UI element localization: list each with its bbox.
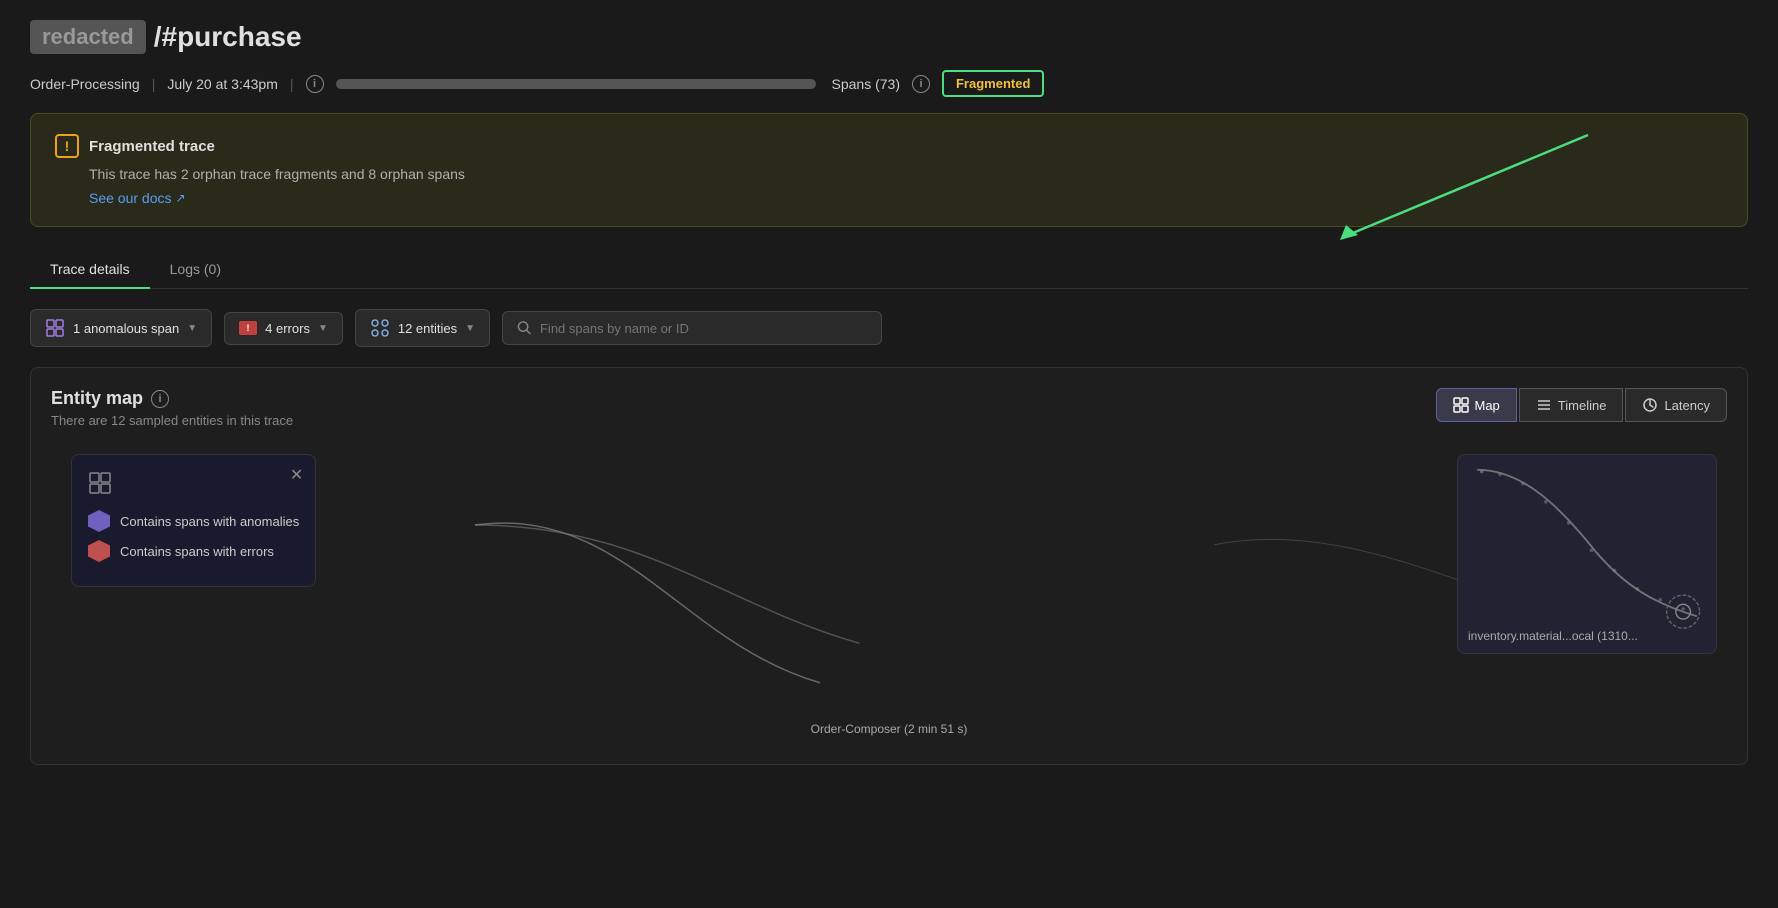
duration-bar — [336, 79, 816, 89]
entity-map-title-area: Entity map i There are 12 sampled entiti… — [51, 388, 293, 428]
legend-error-item: Contains spans with errors — [88, 540, 299, 562]
tabs-row: Trace details Logs (0) — [30, 251, 1748, 289]
divider-2: | — [290, 76, 294, 92]
anomaly-hex-icon — [88, 510, 110, 532]
title-prefix: redacted — [30, 20, 146, 54]
anomalous-icon — [45, 318, 65, 338]
legend-close-button[interactable]: ✕ — [290, 465, 303, 485]
search-icon — [517, 320, 532, 336]
latency-icon — [1642, 397, 1658, 413]
search-input[interactable] — [540, 321, 867, 336]
date-info-icon[interactable]: i — [306, 75, 324, 93]
timeline-icon — [1536, 397, 1552, 413]
inventory-inner: inventory.material...ocal (1310... — [1458, 455, 1716, 653]
filter-row: 1 anomalous span ▼ ! 4 errors ▼ — [30, 309, 1748, 347]
header-title-row: redacted /#purchase — [30, 20, 1748, 54]
error-icon: ! — [239, 321, 257, 335]
order-composer-label: Order-Composer (2 min 51 s) — [811, 722, 968, 736]
page-container: redacted /#purchase Order-Processing | J… — [0, 0, 1778, 908]
map-canvas: ✕ Contains spans with anomalies Contains… — [51, 444, 1727, 744]
tab-logs[interactable]: Logs (0) — [150, 251, 241, 289]
entities-chevron: ▼ — [465, 323, 475, 334]
entity-map-section: Entity map i There are 12 sampled entiti… — [30, 367, 1748, 765]
view-btn-latency[interactable]: Latency — [1625, 388, 1727, 422]
entity-map-info-icon[interactable]: i — [151, 390, 169, 408]
errors-chevron: ▼ — [318, 323, 328, 334]
banner-docs-link[interactable]: See our docs ↗ — [89, 190, 1723, 206]
map-icon — [1453, 397, 1469, 413]
entity-map-header: Entity map i There are 12 sampled entiti… — [51, 388, 1727, 428]
tab-trace-details[interactable]: Trace details — [30, 251, 150, 289]
entities-icon — [370, 318, 390, 338]
page-title: /#purchase — [154, 21, 302, 53]
svg-text:!: ! — [247, 323, 250, 333]
external-link-icon: ↗ — [176, 191, 186, 205]
legend-popup: ✕ Contains spans with anomalies Contains… — [71, 454, 316, 587]
legend-icon — [88, 471, 112, 495]
divider-1: | — [152, 76, 156, 92]
fragmented-badge[interactable]: Fragmented — [942, 70, 1044, 97]
inventory-label: inventory.material...ocal (1310... — [1468, 629, 1638, 643]
service-name: Order-Processing — [30, 76, 140, 92]
search-container — [502, 311, 882, 345]
spans-info-icon[interactable]: i — [912, 75, 930, 93]
anomalous-chevron: ▼ — [187, 323, 197, 334]
banner-title: Fragmented trace — [89, 138, 215, 155]
legend-grid-icon — [88, 471, 299, 498]
trace-date: July 20 at 3:43pm — [167, 76, 278, 92]
subheader: Order-Processing | July 20 at 3:43pm | i… — [30, 70, 1748, 97]
entities-filter-button[interactable]: 12 entities ▼ — [355, 309, 490, 347]
legend-anomaly-item: Contains spans with anomalies — [88, 510, 299, 532]
banner-title-row: ! Fragmented trace — [55, 134, 1723, 158]
entity-map-subtitle: There are 12 sampled entities in this tr… — [51, 413, 293, 428]
view-btn-timeline[interactable]: Timeline — [1519, 388, 1624, 422]
inventory-viz — [1468, 454, 1706, 643]
view-buttons: Map Timeline Latency — [1436, 388, 1728, 422]
entity-map-title: Entity map i — [51, 388, 293, 409]
banner-description: This trace has 2 orphan trace fragments … — [89, 166, 1723, 182]
anomalous-filter-button[interactable]: 1 anomalous span ▼ — [30, 309, 212, 347]
inventory-panel: inventory.material...ocal (1310... — [1457, 454, 1717, 654]
spans-label: Spans (73) — [832, 76, 900, 92]
view-btn-map[interactable]: Map — [1436, 388, 1517, 422]
fragmented-banner: ! Fragmented trace This trace has 2 orph… — [30, 113, 1748, 227]
errors-filter-button[interactable]: ! 4 errors ▼ — [224, 312, 343, 345]
error-hex-icon — [88, 540, 110, 562]
warning-icon: ! — [55, 134, 79, 158]
